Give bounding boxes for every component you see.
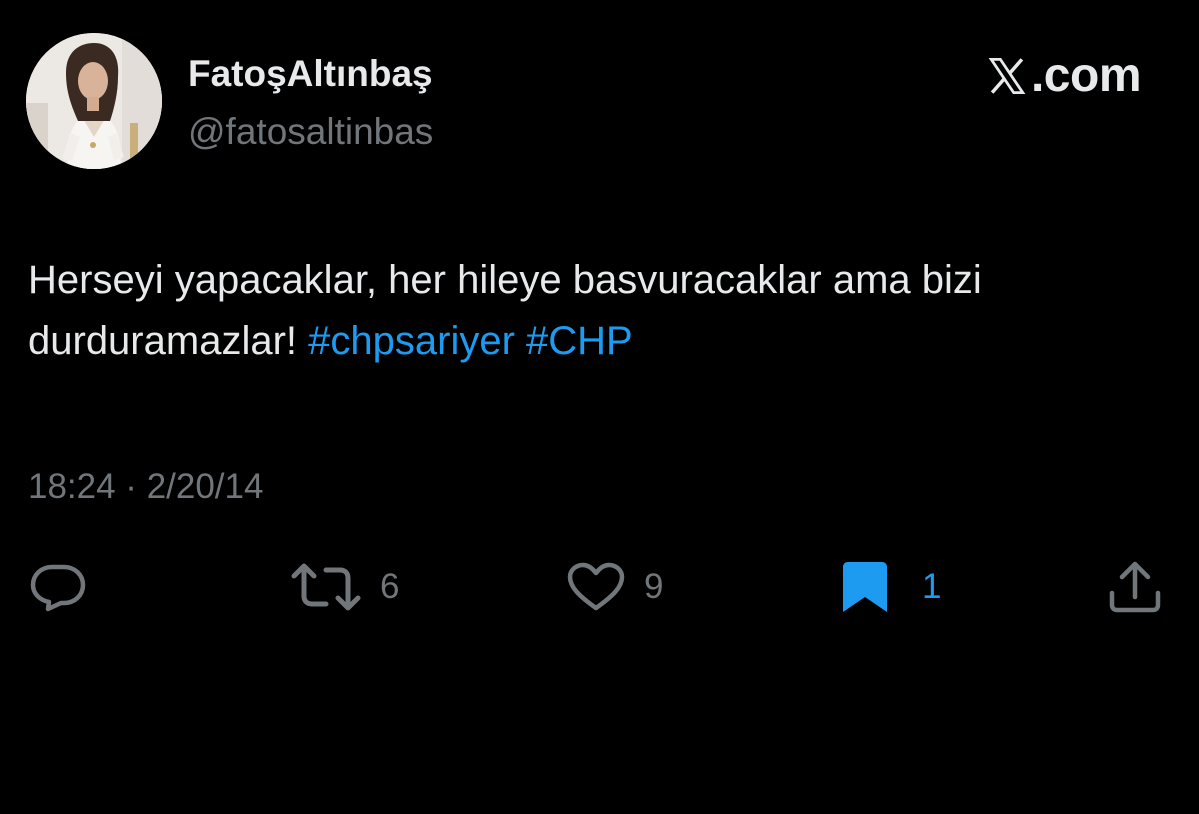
hashtag-link[interactable]: #CHP bbox=[526, 319, 633, 363]
retweet-button[interactable]: 6 bbox=[290, 562, 399, 612]
x-com-watermark: .com bbox=[985, 48, 1142, 104]
tweet-text: Herseyi yapacaklar, her hileye basvuraca… bbox=[28, 250, 1178, 372]
brand-text: .com bbox=[1030, 49, 1142, 102]
heart-icon bbox=[567, 562, 625, 611]
tweet-timestamp[interactable]: 18:24 · 2/20/14 bbox=[28, 465, 263, 509]
like-button[interactable]: 9 bbox=[566, 562, 663, 612]
reply-button[interactable] bbox=[28, 562, 88, 612]
x-logo-icon bbox=[988, 57, 1026, 95]
author-handle[interactable]: @fatosaltinbas bbox=[188, 110, 433, 154]
avatar[interactable] bbox=[26, 33, 162, 169]
bookmark-count: 1 bbox=[922, 567, 942, 606]
retweet-count: 6 bbox=[380, 567, 400, 606]
like-count: 9 bbox=[644, 567, 664, 606]
share-button[interactable] bbox=[1108, 561, 1162, 613]
share-icon bbox=[1109, 561, 1161, 613]
retweet-icon bbox=[291, 563, 361, 611]
author-display-name[interactable]: FatoşAltınbaş bbox=[188, 52, 433, 96]
profile-photo bbox=[26, 33, 162, 169]
hashtag-link[interactable]: #chpsariyer bbox=[308, 319, 515, 363]
reply-icon bbox=[30, 564, 86, 612]
bookmark-button[interactable]: 1 bbox=[838, 562, 941, 612]
bookmark-filled-icon bbox=[843, 562, 887, 612]
